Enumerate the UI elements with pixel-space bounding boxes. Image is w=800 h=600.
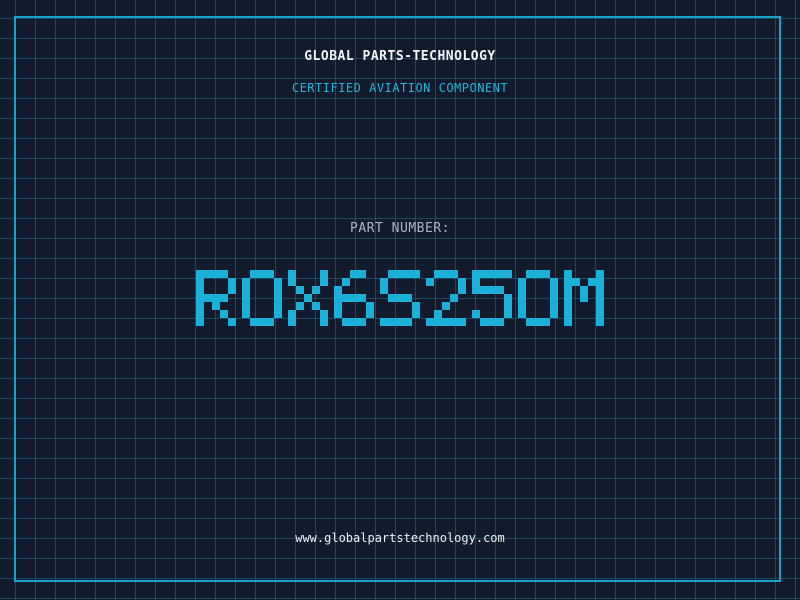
part-number-char bbox=[472, 270, 512, 326]
part-number-char bbox=[334, 270, 374, 326]
tagline: CERTIFIED AVIATION COMPONENT bbox=[291, 81, 509, 95]
part-number-char bbox=[380, 270, 420, 326]
part-number-char bbox=[518, 270, 558, 326]
part-number-char bbox=[196, 270, 236, 326]
part-number-display bbox=[0, 258, 800, 338]
part-number-label: PART NUMBER: bbox=[350, 221, 450, 236]
part-number-char bbox=[288, 270, 328, 326]
part-number-char bbox=[564, 270, 604, 326]
part-number-char bbox=[426, 270, 466, 326]
part-number-char bbox=[242, 270, 282, 326]
part-number-pixel-text bbox=[196, 270, 604, 326]
website-url: www.globalpartstechnology.com bbox=[295, 531, 505, 545]
brand-title: GLOBAL PARTS-TECHNOLOGY bbox=[304, 49, 496, 64]
